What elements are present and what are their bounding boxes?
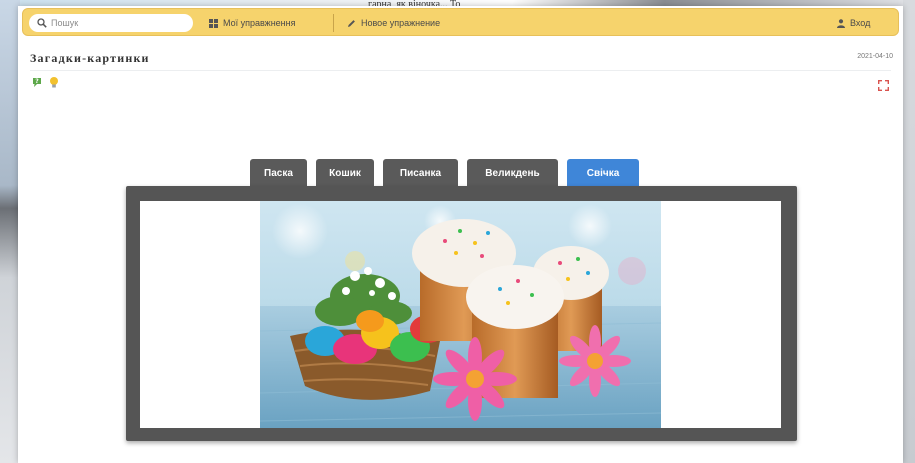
image-frame: [126, 186, 797, 441]
login-link[interactable]: Вход: [837, 15, 870, 31]
toolbar-separator: [333, 14, 334, 32]
title-divider: [30, 70, 891, 71]
image-canvas: [140, 201, 781, 428]
tab-pysanka[interactable]: Писанка: [383, 159, 458, 187]
tab-svichka[interactable]: Свічка: [567, 159, 639, 187]
exercise-window: Мої управжнення Новое упражнение Вход За…: [18, 6, 903, 463]
search-icon: [37, 18, 47, 28]
background-left-edge: [0, 0, 20, 463]
all-exercises-label: Мої управжнення: [223, 18, 296, 28]
background-right-edge: [903, 0, 915, 463]
grid-icon: [209, 18, 218, 28]
all-exercises-link[interactable]: Мої управжнення: [209, 15, 295, 31]
answer-tabs: Паска Кошик Писанка Великдень Свічка: [250, 159, 648, 187]
fullscreen-icon[interactable]: [878, 78, 889, 96]
lightbulb-icon[interactable]: [49, 76, 59, 95]
search-box[interactable]: [29, 14, 193, 32]
tab-paska[interactable]: Паска: [250, 159, 307, 187]
exercise-icons: ?: [32, 76, 59, 95]
user-icon: [837, 18, 845, 28]
login-label: Вход: [850, 18, 871, 28]
top-toolbar: Мої управжнення Новое упражнение Вход: [22, 8, 899, 36]
tab-koshyk[interactable]: Кошик: [316, 159, 374, 187]
pencil-icon: [347, 19, 356, 28]
page-title: Загадки-картинки: [30, 51, 150, 65]
new-exercise-link[interactable]: Новое упражнение: [347, 15, 440, 31]
help-icon[interactable]: ?: [32, 76, 46, 95]
page-date: 2021-04-10: [857, 53, 893, 60]
new-exercise-label: Новое упражнение: [361, 18, 441, 28]
title-row: Загадки-картинки 2021-04-10: [30, 51, 893, 67]
svg-text:?: ?: [35, 78, 39, 85]
easter-photo: [260, 201, 661, 428]
search-input[interactable]: [51, 18, 181, 28]
tab-velykden[interactable]: Великдень: [467, 159, 558, 187]
